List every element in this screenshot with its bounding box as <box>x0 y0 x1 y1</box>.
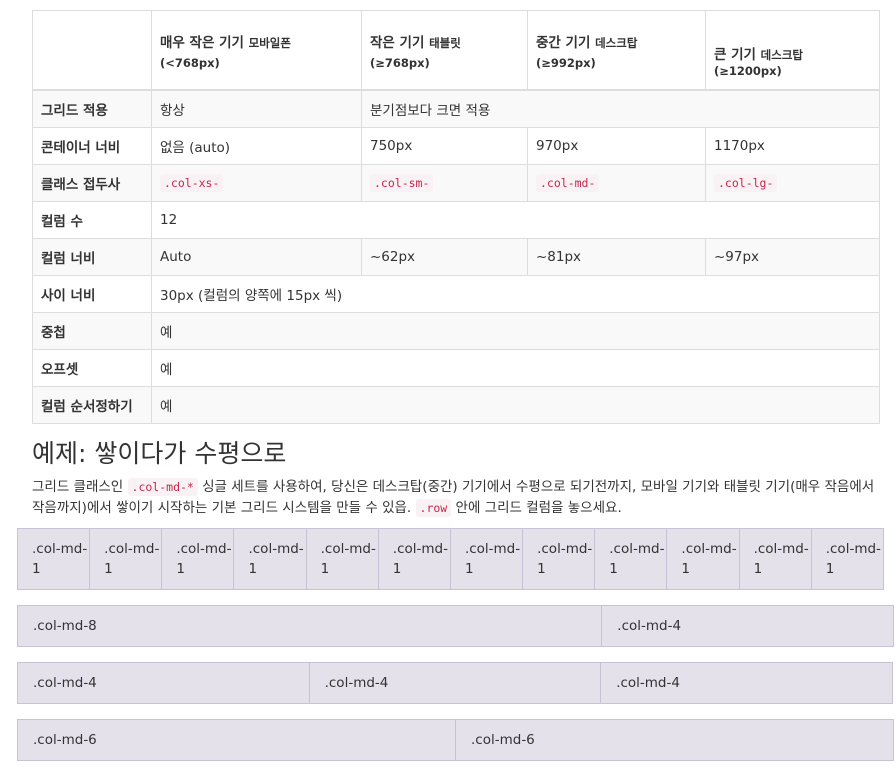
grid-cell-col-md-6: .col-md-6 <box>17 719 456 761</box>
table-cell: 1170px <box>705 127 880 165</box>
grid-cell-col-md-1: .col-md-1 <box>522 528 596 590</box>
table-cell: 750px <box>361 127 528 165</box>
table-row-container-width: 콘테이너 너비 없음 (auto) 750px 970px 1170px <box>32 127 880 165</box>
page: 매우 작은 기기 모바일폰 (<768px) 작은 기기 태블릿 (≥768px) … <box>0 0 896 768</box>
demo-row-3: .col-md-4 .col-md-4 .col-md-4 <box>17 662 895 704</box>
grid-cell-col-md-6: .col-md-6 <box>455 719 894 761</box>
table-row-gutter-width: 사이 너비 30px (컬럼의 양쪽에 15px 씩) <box>32 275 880 313</box>
grid-cell-col-md-8: .col-md-8 <box>17 605 603 647</box>
code-snippet: .col-lg- <box>714 174 778 192</box>
header-empty-cell <box>32 10 152 91</box>
header-md: 중간 기기 데스크탑 (≥992px) <box>527 10 706 91</box>
header-lg: 큰 기기 데스크탑 (≥1200px) <box>705 10 880 91</box>
table-cell: 12 <box>151 201 880 239</box>
row-label: 컬럼 순서정하기 <box>32 386 152 424</box>
row-label: 중첩 <box>32 312 152 350</box>
grid-cell-col-md-4: .col-md-4 <box>601 605 894 647</box>
table-row-offsets: 오프셋 예 <box>32 349 880 387</box>
grid-cell-col-md-1: .col-md-1 <box>449 528 524 590</box>
table-cell: Auto <box>151 238 362 276</box>
demo-row-4: .col-md-6 .col-md-6 <box>17 719 895 761</box>
table-cell: 970px <box>527 127 706 165</box>
grid-cell-col-md-1: .col-md-1 <box>305 528 379 590</box>
table-cell: .col-md- <box>527 164 706 202</box>
row-label: 컬럼 수 <box>32 201 152 239</box>
table-cell: .col-sm- <box>361 164 528 202</box>
table-cell: 30px (컬럼의 양쪽에 15px 씩) <box>151 275 880 313</box>
table-cell: 예 <box>151 386 880 424</box>
code-snippet: .col-sm- <box>370 174 434 192</box>
row-label: 그리드 적용 <box>32 89 152 128</box>
grid-cell-col-md-4: .col-md-4 <box>308 662 602 704</box>
table-cell: 분기점보다 크면 적용 <box>361 89 880 128</box>
table-row-column-width: 컬럼 너비 Auto ~62px ~81px ~97px <box>32 238 880 276</box>
row-label: 컬럼 너비 <box>32 238 152 276</box>
code-snippet: .col-md-* <box>127 478 198 496</box>
table-header-row: 매우 작은 기기 모바일폰 (<768px) 작은 기기 태블릿 (≥768px) … <box>32 10 880 91</box>
grid-cell-col-md-1: .col-md-1 <box>810 528 884 590</box>
row-label: 오프셋 <box>32 349 152 387</box>
table-cell: .col-lg- <box>705 164 880 202</box>
demo-row-1: .col-md-1 .col-md-1 .col-md-1 .col-md-1 … <box>17 528 895 590</box>
table-cell: 항상 <box>151 89 362 128</box>
code-snippet: .row <box>415 499 452 517</box>
row-label: 사이 너비 <box>32 275 152 313</box>
section-heading: 예제: 쌓이다가 수평으로 <box>32 439 287 468</box>
table-cell: 없음 (auto) <box>151 127 362 165</box>
table-cell: ~81px <box>527 238 706 276</box>
section-description: 그리드 클래스인 .col-md-* 싱글 세트를 사용하여, 당신은 데스크탑… <box>32 478 875 517</box>
table-row-class-prefix: 클래스 접두사 .col-xs- .col-sm- .col-md- .col-… <box>32 164 880 202</box>
header-xs: 매우 작은 기기 모바일폰 (<768px) <box>151 10 362 91</box>
row-label: 콘테이너 너비 <box>32 127 152 165</box>
grid-cell-col-md-1: .col-md-1 <box>738 528 812 590</box>
table-row-nesting: 중첩 예 <box>32 312 880 350</box>
demo-row-2: .col-md-8 .col-md-4 <box>17 605 895 647</box>
grid-cell-col-md-1: .col-md-1 <box>17 528 91 590</box>
grid-cell-col-md-1: .col-md-1 <box>161 528 235 590</box>
grid-cell-col-md-1: .col-md-1 <box>666 528 740 590</box>
row-label: 클래스 접두사 <box>32 164 152 202</box>
table-cell: 예 <box>151 349 880 387</box>
table-cell: 예 <box>151 312 880 350</box>
grid-cell-col-md-4: .col-md-4 <box>600 662 893 704</box>
table-row-column-count: 컬럼 수 12 <box>32 201 880 239</box>
grid-cell-col-md-1: .col-md-1 <box>233 528 307 590</box>
table-row-grid-behavior: 그리드 적용 항상 분기점보다 크면 적용 <box>32 89 880 128</box>
table-cell: .col-xs- <box>151 164 362 202</box>
grid-cell-col-md-1: .col-md-1 <box>89 528 163 590</box>
grid-cell-col-md-4: .col-md-4 <box>17 662 310 704</box>
code-snippet: .col-md- <box>536 174 600 192</box>
table-cell: ~97px <box>705 238 880 276</box>
table-row-column-ordering: 컬럼 순서정하기 예 <box>32 386 880 424</box>
grid-options-table: 매우 작은 기기 모바일폰 (<768px) 작은 기기 태블릿 (≥768px) … <box>32 10 880 424</box>
table-cell: ~62px <box>361 238 528 276</box>
code-snippet: .col-xs- <box>160 174 224 192</box>
grid-cell-col-md-1: .col-md-1 <box>377 528 451 590</box>
header-sm: 작은 기기 태블릿 (≥768px) <box>361 10 528 91</box>
grid-cell-col-md-1: .col-md-1 <box>594 528 668 590</box>
